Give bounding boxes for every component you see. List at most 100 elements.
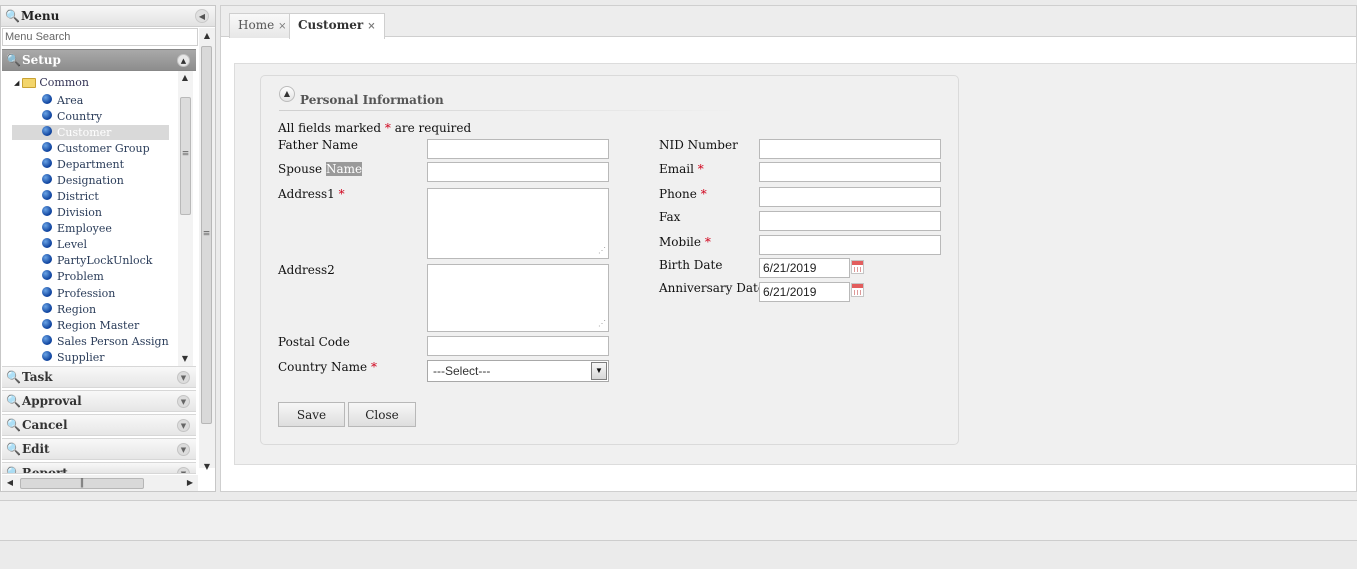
collapse-section-button[interactable]: ▲: [279, 86, 295, 102]
tree-item-department[interactable]: Department: [12, 157, 169, 172]
mobile-label: Mobile *: [659, 235, 711, 249]
tree-item-label: Region: [57, 303, 97, 316]
resize-handle-icon[interactable]: ⋰: [598, 247, 606, 256]
birth-date-label: Birth Date: [659, 258, 723, 272]
tab-customer[interactable]: Customer ×: [289, 13, 385, 39]
tree-folder-common[interactable]: ◢ Common: [14, 76, 89, 90]
tree-item-area[interactable]: Area: [12, 93, 169, 108]
tree-scrollbar-thumb[interactable]: ≡: [180, 97, 191, 215]
chevron-up-icon: ▲: [177, 54, 190, 67]
menu-search-input[interactable]: [2, 28, 198, 46]
bullet-icon: [42, 222, 52, 232]
tree-item-customer-group[interactable]: Customer Group: [12, 141, 169, 156]
bullet-icon: [42, 174, 52, 184]
accordion-edit[interactable]: 🔍Edit ▼: [2, 438, 196, 460]
address1-label: Address1 *: [278, 187, 345, 201]
phone-input[interactable]: [759, 187, 941, 207]
tree-item-sales-person-assign[interactable]: Sales Person Assign: [12, 334, 169, 349]
scroll-up-arrow-icon[interactable]: ▲: [201, 31, 213, 40]
required-note-suffix: are required: [394, 121, 472, 135]
tree-item-level[interactable]: Level: [12, 237, 169, 252]
bullet-icon: [42, 110, 52, 120]
menu-scrollbar-thumb[interactable]: ≡: [201, 46, 212, 424]
magnifier-icon: 🔍: [6, 418, 21, 432]
tree-scrollbar[interactable]: ▲ ≡ ▼: [178, 71, 193, 367]
father-name-input[interactable]: [427, 139, 609, 159]
tab-strip: Home × Customer ×: [221, 6, 1356, 39]
scroll-left-arrow-icon[interactable]: ◀: [4, 478, 16, 487]
calendar-icon[interactable]: [851, 260, 864, 274]
expand-triangle-icon[interactable]: ◢: [14, 79, 19, 87]
accordion-report[interactable]: 🔍Report ▼: [2, 462, 196, 474]
spouse-name-input[interactable]: [427, 162, 609, 182]
accordion-setup[interactable]: 🔍Setup ▲: [2, 49, 196, 71]
menu-header: 🔍Menu ◀: [1, 6, 215, 27]
tree-item-partylockunlock[interactable]: PartyLockUnlock: [12, 253, 169, 268]
anniversary-date-input[interactable]: [759, 282, 850, 302]
accordion-cancel[interactable]: 🔍Cancel ▼: [2, 414, 196, 436]
collapse-menu-button[interactable]: ◀: [195, 9, 209, 23]
resize-handle-icon[interactable]: ⋰: [598, 320, 606, 329]
tab-label: Customer: [298, 18, 364, 32]
menu-horizontal-scrollbar[interactable]: ◀ ‖ ▶: [2, 475, 198, 491]
fax-input[interactable]: [759, 211, 941, 231]
magnifier-icon: 🔍: [6, 53, 21, 67]
bullet-icon: [42, 335, 52, 345]
menu-scrollbar[interactable]: ▲ ≡ ▼: [199, 28, 215, 471]
personal-information-fieldset: ▲ Personal Information All fields marked…: [260, 75, 959, 445]
tree-item-problem[interactable]: Problem: [12, 269, 169, 284]
spouse-label-highlight: Name: [325, 162, 363, 176]
folder-icon: [22, 78, 37, 88]
tree-item-country[interactable]: Country: [12, 109, 169, 124]
tree-item-supplier[interactable]: Supplier: [12, 350, 169, 365]
father-name-label: Father Name: [278, 138, 359, 152]
nid-number-input[interactable]: [759, 139, 941, 159]
tree-item-label: Sales Person Assign: [57, 335, 169, 348]
scroll-right-arrow-icon[interactable]: ▶: [184, 478, 196, 487]
spouse-name-label: Spouse Name: [278, 162, 363, 176]
bullet-icon: [42, 206, 52, 216]
required-asterisk: *: [697, 162, 704, 176]
email-input[interactable]: [759, 162, 941, 182]
tree-item-label: Department: [57, 158, 125, 171]
scroll-down-arrow-icon[interactable]: ▼: [179, 354, 191, 363]
tree-item-region-master[interactable]: Region Master: [12, 318, 169, 333]
tree-item-label: Division: [57, 206, 102, 219]
tree-item-division[interactable]: Division: [12, 205, 169, 220]
tree-item-label: PartyLockUnlock: [57, 254, 153, 267]
tab-home[interactable]: Home ×: [229, 13, 296, 38]
tree-item-designation[interactable]: Designation: [12, 173, 169, 188]
mobile-input[interactable]: [759, 235, 941, 255]
close-icon[interactable]: ×: [367, 21, 375, 32]
tree-item-region[interactable]: Region: [12, 302, 169, 317]
country-select[interactable]: ---Select--- ▼: [427, 360, 609, 382]
magnifier-icon: 🔍: [6, 370, 21, 384]
tree-item-profession[interactable]: Profession: [12, 286, 169, 301]
tree-item-customer[interactable]: Customer: [12, 125, 169, 140]
close-button[interactable]: Close: [348, 402, 416, 427]
address1-textarea[interactable]: [427, 188, 609, 259]
scroll-down-arrow-icon[interactable]: ▼: [201, 462, 213, 471]
close-icon[interactable]: ×: [278, 21, 286, 32]
bullet-icon: [42, 319, 52, 329]
tree-item-label: District: [57, 190, 99, 203]
magnifier-icon: 🔍: [6, 466, 21, 474]
address2-textarea[interactable]: [427, 264, 609, 332]
accordion-label: Approval: [21, 394, 82, 408]
scroll-up-arrow-icon[interactable]: ▲: [179, 73, 191, 82]
tree-item-label: Country: [57, 110, 103, 123]
tree-item-label: Designation: [57, 174, 124, 187]
tree-item-label: Customer: [57, 126, 112, 139]
postal-code-input[interactable]: [427, 336, 609, 356]
birth-date-input[interactable]: [759, 258, 850, 278]
save-button[interactable]: Save: [278, 402, 345, 427]
calendar-icon[interactable]: [851, 283, 864, 297]
accordion-task[interactable]: 🔍Task ▼: [2, 366, 196, 388]
tree-item-district[interactable]: District: [12, 189, 169, 204]
bullet-icon: [42, 303, 52, 313]
tree-item-employee[interactable]: Employee: [12, 221, 169, 236]
dropdown-arrow-icon[interactable]: ▼: [591, 362, 607, 380]
accordion-approval[interactable]: 🔍Approval ▼: [2, 390, 196, 412]
phone-label: Phone *: [659, 187, 707, 201]
menu-horizontal-thumb[interactable]: ‖: [20, 478, 144, 489]
